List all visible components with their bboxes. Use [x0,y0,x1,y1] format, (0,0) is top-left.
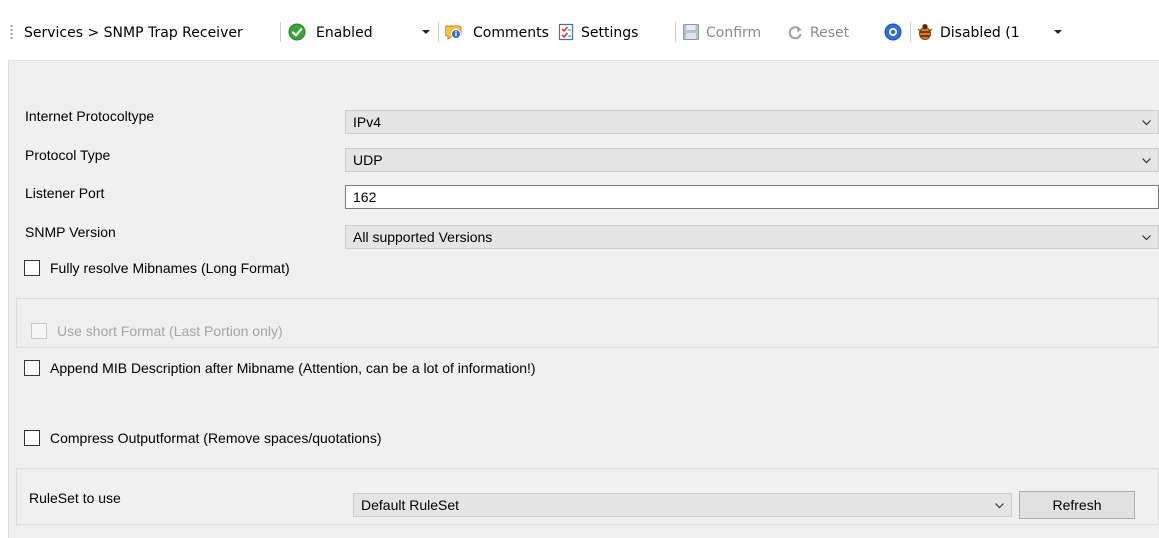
snmp-version-label: SNMP Version [25,224,116,240]
check-circle-icon [288,23,306,41]
checklist-icon [558,23,574,41]
chevron-down-icon [1054,30,1062,34]
snmp-version-value: All supported Versions [353,229,493,245]
listener-port-input[interactable]: 162 [345,185,1159,209]
chevron-down-icon [995,503,1004,509]
protocol-type-value: UDP [353,152,383,168]
breadcrumb: Services > SNMP Trap Receiver [24,25,243,41]
protocol-type-select[interactable]: UDP [345,148,1159,172]
fully-resolve-checkbox[interactable] [24,260,40,276]
ruleset-group: RuleSet to use Default RuleSet Refresh [16,468,1159,525]
comments-icon [445,25,462,40]
append-mib-label[interactable]: Append MIB Description after Mibname (At… [50,360,536,376]
debug-value: Disabled (1 [940,25,1020,41]
chevron-down-icon [422,30,430,34]
refresh-icon [788,26,802,40]
confirm-label: Confirm [706,25,762,41]
toolbar-separator [910,22,911,42]
chevron-down-icon [1142,158,1151,164]
append-mib-checkbox[interactable] [24,360,40,376]
chevron-down-icon [1142,235,1151,241]
bug-icon [917,24,933,40]
ip-type-select[interactable]: IPv4 [345,110,1159,134]
ip-type-label: Internet Protocoltype [25,108,155,124]
snmp-version-select[interactable]: All supported Versions [345,225,1159,249]
compress-label[interactable]: Compress Outputformat (Remove spaces/quo… [50,430,381,446]
toolbar-separator [280,22,281,42]
ip-type-value: IPv4 [353,114,382,130]
short-format-label: Use short Format (Last Portion only) [57,323,283,339]
compress-checkbox[interactable] [24,430,40,446]
ruleset-value: Default RuleSet [361,497,460,513]
settings-label: Settings [581,25,639,41]
help-icon[interactable] [884,23,902,41]
status-value: Enabled [316,25,373,41]
refresh-button[interactable]: Refresh [1019,491,1135,519]
toolbar: Services > SNMP Trap Receiver Enabled Co… [0,0,1159,60]
protocol-type-label: Protocol Type [25,147,111,163]
toolbar-separator [438,22,439,42]
reset-label: Reset [810,25,850,41]
short-format-checkbox[interactable] [31,323,47,339]
toolbar-separator [675,22,676,42]
fully-resolve-label[interactable]: Fully resolve Mibnames (Long Format) [50,260,290,276]
ruleset-select[interactable]: Default RuleSet [353,493,1012,517]
listener-port-label: Listener Port [25,185,105,201]
save-icon [683,24,699,40]
chevron-down-icon [1142,120,1151,126]
short-format-group: Use short Format (Last Portion only) [16,298,1159,348]
settings-panel: Internet Protocoltype IPv4 Protocol Type… [8,60,1159,538]
toolbar-grip[interactable] [10,24,13,40]
ruleset-label: RuleSet to use [29,490,121,506]
comments-label: Comments [473,25,549,41]
